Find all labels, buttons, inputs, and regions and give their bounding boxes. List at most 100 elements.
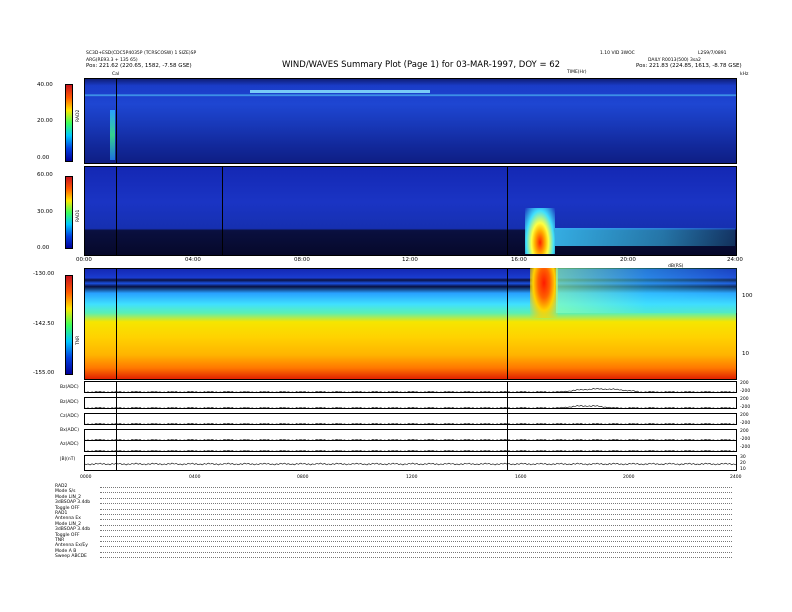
rad1-xtick-1: 04:00 [185, 257, 201, 263]
footer-dotted-line [100, 487, 732, 488]
footer-line-1: Mode S/s [55, 489, 76, 495]
rad2-right-label: kHz [740, 72, 749, 77]
header-right-line2: L2S9/7/0891 [698, 51, 727, 56]
tnr-ytick-bot: -155.00 [33, 370, 55, 376]
footer-dotted-line [100, 530, 732, 532]
header-left-line3: Pos: 221.62 (220.65, 1582, -7.58 GSE) [86, 63, 192, 69]
rad2-emission-band [250, 90, 430, 93]
trace-panel-0 [84, 381, 737, 393]
header-right-line4: Pos: 221.83 (224.85, 1613, -8.78 GSE) [636, 63, 742, 69]
footer-dotted-line [100, 519, 732, 521]
trace-right-3b: -200 [740, 437, 751, 442]
trace-right-2a: 200 [740, 413, 749, 418]
rad1-marker-line-1 [116, 166, 117, 256]
rad2-ylabel: RAD2 [76, 109, 81, 122]
trace-line-2 [85, 422, 735, 424]
rad1-xtick-6: 24:00 [727, 257, 743, 263]
tnr-marker-line-1 [116, 268, 117, 380]
footer-dotted-line [100, 508, 732, 510]
bottom-xtick-3: 1200 [406, 475, 418, 480]
trace-right-0b: -200 [740, 389, 751, 394]
rad1-colorbar [65, 176, 73, 249]
header-left-line1: SC3D+ESD(CDC5P4035P (TCRSCOSW) 1 SIZE)SP [86, 51, 197, 56]
trace-right-5b: 20 [740, 461, 746, 466]
trace-right-4b: -200 [740, 445, 751, 450]
rad2-colorbar [65, 84, 73, 162]
footer-dotted-line [100, 492, 732, 494]
bottom-xtick-0: 0000 [80, 475, 92, 480]
tnr-burst [530, 268, 558, 318]
tnr-colorbar [65, 275, 73, 375]
rad1-xtick-2: 08:00 [294, 257, 310, 263]
time-label: TIME(Hr) [567, 70, 587, 75]
footer-line-3: 3dBSOAP 3.4db [55, 500, 91, 506]
trace-panel-5 [84, 455, 737, 471]
tnr-marker-line-2 [507, 268, 508, 380]
footer-line-4: Toggle OFF [55, 505, 80, 511]
footer-dotted-line [100, 546, 732, 548]
rad2-ytick-top: 40.00 [37, 82, 53, 88]
bottom-xtick-6: 2400 [730, 475, 742, 480]
bottom-xtick-2: 0800 [297, 475, 309, 480]
trace-panel-1 [84, 397, 737, 409]
trace-right-5a: 30 [740, 455, 746, 460]
trace-label-1: Bz(ADC) [60, 400, 79, 405]
trace-right-1a: 200 [740, 397, 749, 402]
footer-dotted-line [100, 497, 732, 499]
trace-line-4 [85, 449, 735, 451]
footer-dotted-line [100, 535, 732, 537]
footer-dotted-line [100, 557, 732, 559]
trace-right-5c: 10 [740, 467, 746, 472]
footer-dotted-line [100, 524, 732, 526]
rad1-xtick-4: 16:00 [511, 257, 527, 263]
header-right-line1: 1.10 VID 3WOC [600, 51, 635, 56]
tnr-right-tick-10: 10 [742, 351, 749, 357]
footer-dotted-line [100, 541, 732, 542]
tnr-ylabel: TNR [76, 335, 81, 345]
rad2-ytick-mid: 20.00 [37, 118, 53, 124]
bottom-xtick-4: 1600 [515, 475, 527, 480]
trace-line-0 [85, 388, 735, 392]
rad1-marker-line-2 [222, 166, 223, 256]
rad1-ytick-top: 60.00 [37, 172, 53, 178]
tnr-ytick-mid: -142.50 [33, 321, 55, 327]
rad1-xtick-5: 20:00 [620, 257, 636, 263]
rad1-xtick-0: 00:00 [76, 257, 92, 263]
trace-right-1b: -200 [740, 405, 751, 410]
bottom-xtick-1: 0400 [189, 475, 201, 480]
trace-right-2b: -200 [740, 421, 751, 426]
tnr-right-tick-100: 100 [742, 293, 753, 299]
rad2-ytick-bot: 0.00 [37, 155, 50, 161]
footer-dotted-line [100, 514, 732, 515]
trace-label-3: Bx(ADC) [60, 428, 79, 433]
trace-line-5 [85, 462, 736, 466]
tnr-emission [556, 268, 737, 313]
tnr-ytick-top: -130.00 [33, 271, 55, 277]
trace-label-5: |B|(nT) [60, 457, 76, 462]
rad2-marker-line [116, 78, 117, 164]
cursor-label: Cal [112, 72, 120, 77]
rad1-marker-line-3 [507, 166, 508, 256]
rad2-burst [110, 110, 115, 160]
footer-line-11: Antenna Ex/Ey [55, 543, 88, 549]
footer-dotted-line [100, 551, 732, 553]
trace-label-2: Cz(ADC) [60, 414, 79, 419]
rad1-ytick-mid: 30.00 [37, 209, 53, 215]
trace-marker-line-1 [116, 381, 117, 471]
rad1-ylabel: RAD1 [76, 209, 81, 222]
rad1-emission [555, 228, 735, 246]
trace-marker-line-2 [507, 381, 508, 471]
footer-dotted-line [100, 503, 732, 505]
trace-right-0a: 200 [740, 381, 749, 386]
page-title: WIND/WAVES Summary Plot (Page 1) for 03-… [282, 60, 561, 70]
trace-right-3a: 200 [740, 429, 749, 434]
trace-panel-4 [84, 440, 737, 452]
footer-line-8: 3dBSOAP 3.4db [55, 527, 91, 533]
footer-line-13: Sweep ABCDE [55, 554, 87, 560]
rad1-burst [525, 208, 555, 254]
trace-panel-2 [84, 413, 737, 425]
bottom-xtick-5: 2000 [623, 475, 635, 480]
trace-line-1 [85, 405, 735, 408]
trace-label-0: Bz(ADC) [60, 385, 79, 390]
footer-line-6: Antenna Ex [55, 516, 81, 522]
